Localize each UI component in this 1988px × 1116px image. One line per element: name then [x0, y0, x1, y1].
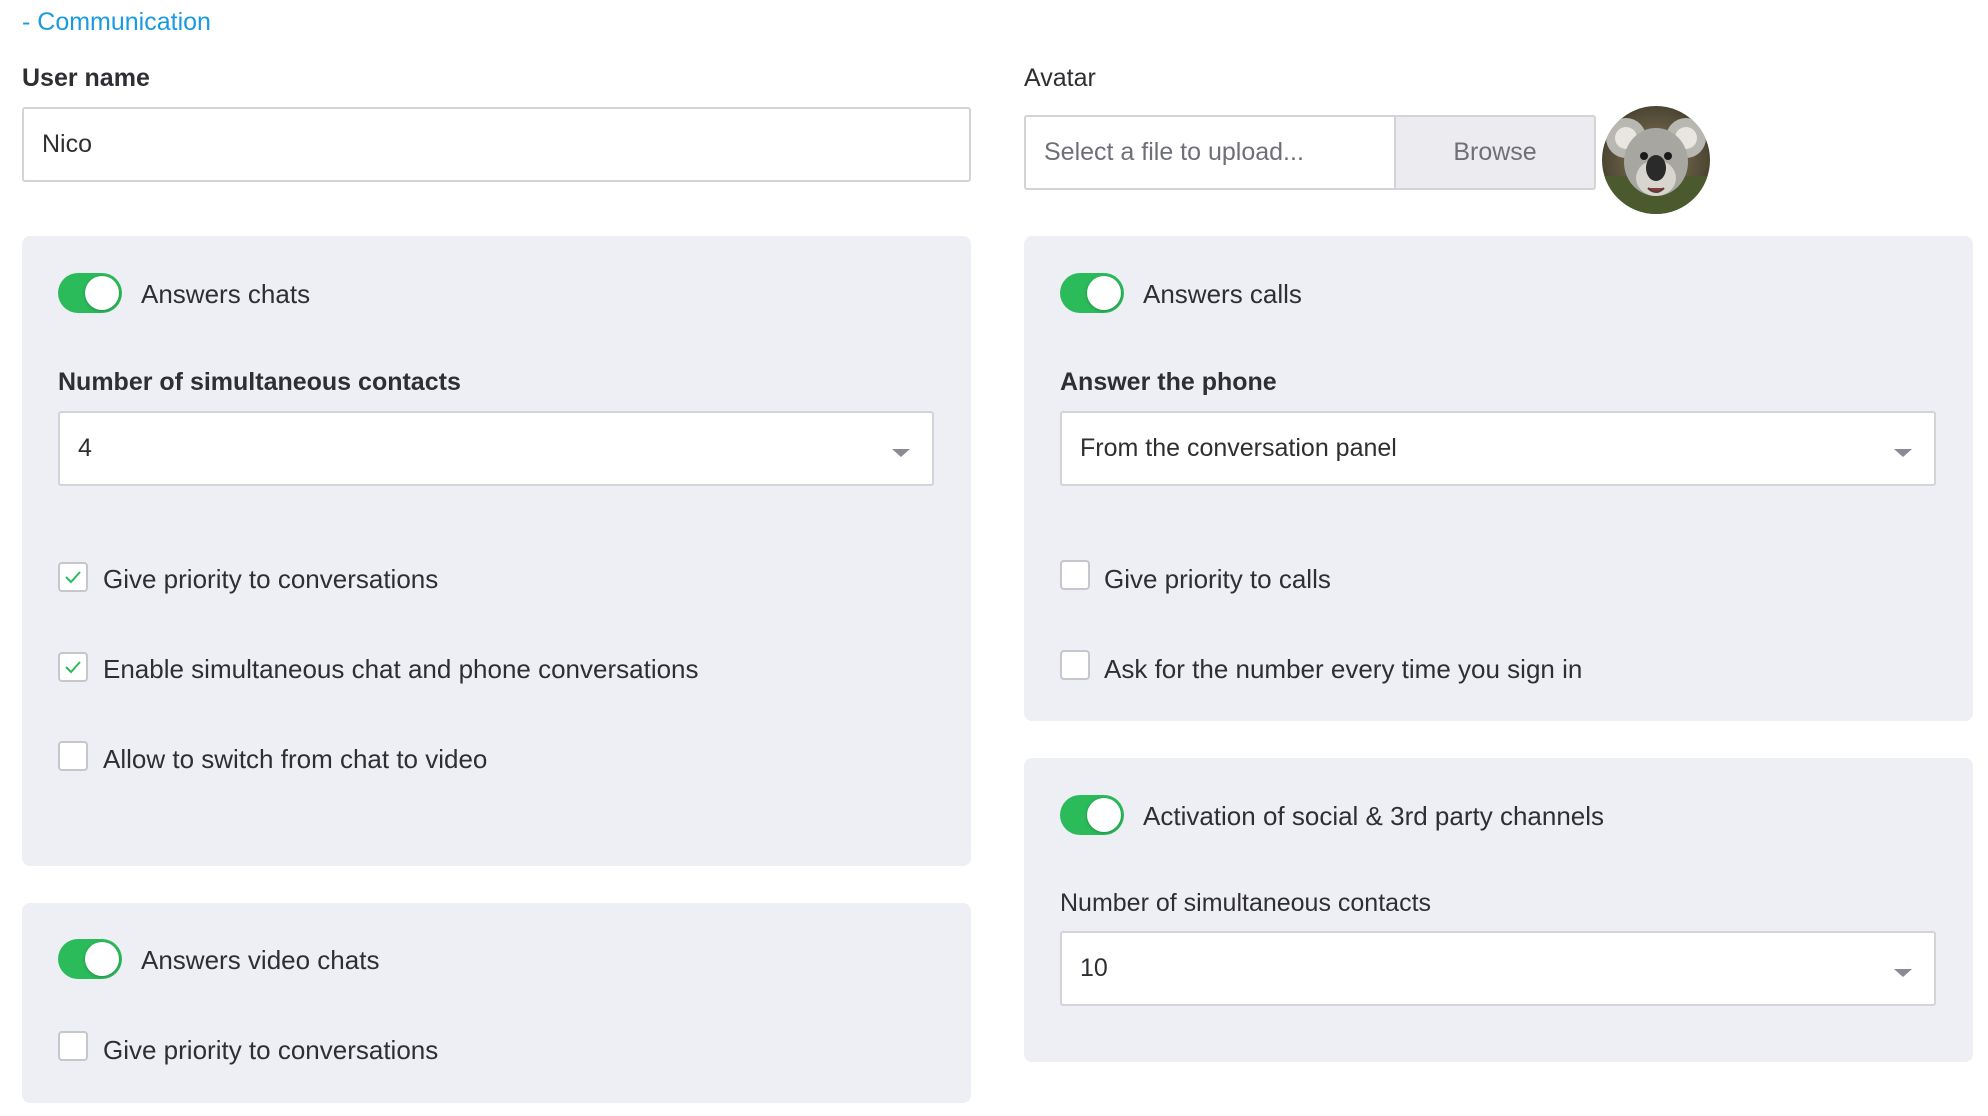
- social-contacts-value: 10: [1080, 954, 1108, 982]
- give-priority-conversations-label: Give priority to conversations: [103, 564, 439, 594]
- answers-calls-toggle[interactable]: [1060, 273, 1124, 313]
- chevron-down-icon: [892, 448, 910, 457]
- chevron-down-icon: [1894, 968, 1912, 977]
- social-channels-toggle[interactable]: [1060, 795, 1124, 835]
- answers-video-label: Answers video chats: [141, 945, 380, 975]
- checkbox-give-priority-conversations[interactable]: [58, 562, 88, 592]
- user-name-input[interactable]: [22, 107, 971, 182]
- koala-avatar-icon: [1602, 106, 1710, 214]
- answers-chats-toggle[interactable]: [58, 273, 122, 313]
- switch-chat-video-label: Allow to switch from chat to video: [103, 744, 488, 774]
- answers-calls-label: Answers calls: [1143, 279, 1302, 309]
- social-contacts-label: Number of simultaneous contacts: [1060, 889, 1432, 917]
- chevron-down-icon: [1894, 448, 1912, 457]
- user-name-label: User name: [22, 64, 150, 92]
- toggle-knob: [1087, 798, 1121, 832]
- toggle-knob: [85, 942, 119, 976]
- video-priority-label: Give priority to conversations: [103, 1035, 439, 1065]
- social-channels-label: Activation of social & 3rd party channel…: [1143, 801, 1605, 831]
- avatar-image: [1602, 106, 1710, 214]
- checkmark-icon: [65, 571, 81, 584]
- answers-video-toggle[interactable]: [58, 939, 122, 979]
- checkbox-enable-simultaneous[interactable]: [58, 652, 88, 682]
- avatar-label: Avatar: [1024, 64, 1096, 92]
- priority-calls-label: Give priority to calls: [1104, 564, 1331, 594]
- browse-button[interactable]: Browse: [1394, 115, 1596, 190]
- checkbox-priority-calls[interactable]: [1060, 560, 1090, 590]
- checkbox-switch-chat-video[interactable]: [58, 741, 88, 771]
- checkbox-video-priority[interactable]: [58, 1031, 88, 1061]
- answer-phone-value: From the conversation panel: [1080, 434, 1397, 462]
- video-panel: [22, 903, 971, 1103]
- toggle-knob: [1087, 276, 1121, 310]
- chat-contacts-select[interactable]: 4: [58, 411, 934, 486]
- checkbox-ask-number[interactable]: [1060, 650, 1090, 680]
- ask-number-label: Ask for the number every time you sign i…: [1104, 654, 1583, 684]
- answer-phone-label: Answer the phone: [1060, 368, 1277, 396]
- enable-simultaneous-label: Enable simultaneous chat and phone conve…: [103, 654, 699, 684]
- avatar-file-input[interactable]: [1024, 115, 1394, 190]
- communication-section-toggle[interactable]: - Communication: [22, 8, 211, 37]
- chat-contacts-value: 4: [78, 434, 92, 462]
- chat-contacts-label: Number of simultaneous contacts: [58, 368, 461, 396]
- answers-chats-label: Answers chats: [141, 279, 311, 309]
- answer-phone-select[interactable]: From the conversation panel: [1060, 411, 1936, 486]
- toggle-knob: [85, 276, 119, 310]
- social-contacts-select[interactable]: 10: [1060, 931, 1936, 1006]
- checkmark-icon: [65, 661, 81, 674]
